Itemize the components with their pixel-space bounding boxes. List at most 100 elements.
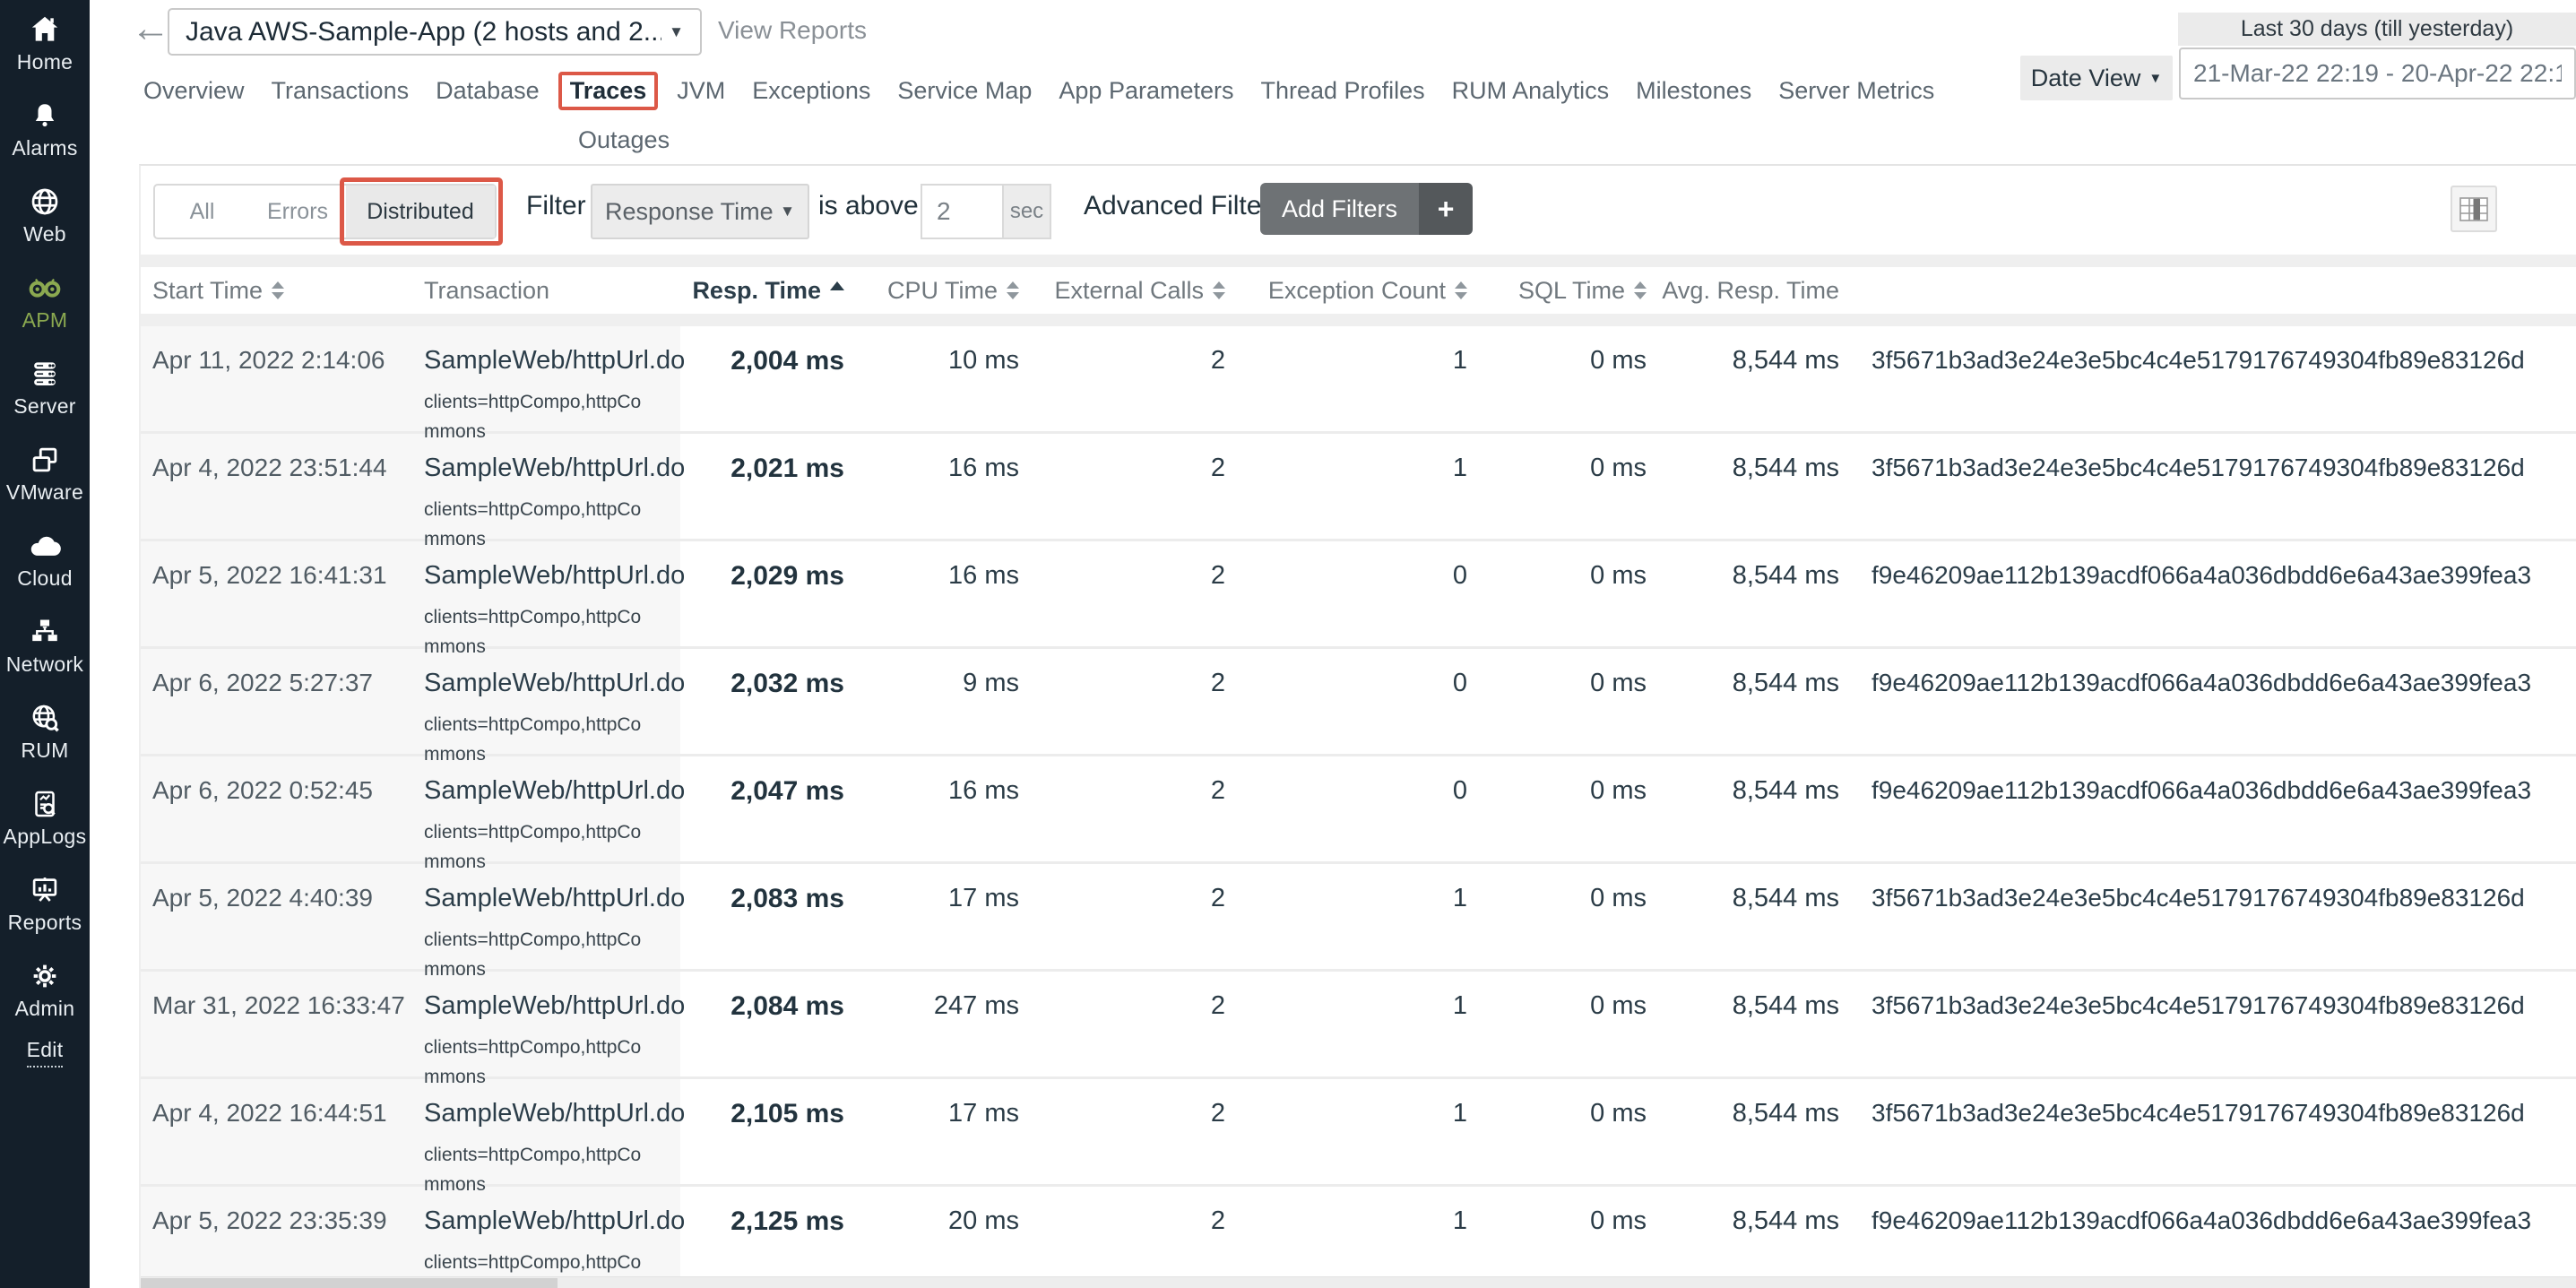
cell-external-calls: 2 bbox=[1019, 1187, 1225, 1236]
tab-milestones[interactable]: Milestones bbox=[1636, 73, 1751, 108]
sidebar-item-web[interactable]: Web bbox=[0, 172, 90, 258]
binoculars-icon bbox=[27, 269, 63, 307]
sidebar-item-server[interactable]: Server bbox=[0, 344, 90, 430]
segment-distributed[interactable]: Distributed bbox=[346, 186, 495, 238]
column-header-transaction[interactable]: Transaction bbox=[419, 277, 680, 305]
bell-icon bbox=[29, 97, 61, 134]
date-range-input[interactable] bbox=[2179, 48, 2576, 99]
cell-sql-time: 0 ms bbox=[1467, 1079, 1647, 1128]
sidebar-item-edit[interactable]: Edit bbox=[0, 1033, 90, 1119]
threshold-input[interactable] bbox=[921, 184, 1002, 239]
date-view-button[interactable]: Date View ▼ bbox=[2020, 56, 2173, 100]
cell-cpu-time: 16 ms bbox=[844, 756, 1019, 806]
tab-rum-analytics[interactable]: RUM Analytics bbox=[1452, 73, 1610, 108]
cell-external-calls: 2 bbox=[1019, 1079, 1225, 1128]
cell-sql-time: 0 ms bbox=[1467, 649, 1647, 698]
table-row[interactable]: Mar 31, 2022 16:33:47SampleWeb/httpUrl.d… bbox=[141, 972, 2576, 1079]
tab-transactions[interactable]: Transactions bbox=[272, 73, 410, 108]
cell-avg-resp-time: 8,544 ms bbox=[1647, 1079, 1839, 1128]
table-row[interactable]: Apr 6, 2022 0:52:45SampleWeb/httpUrl.doc… bbox=[141, 756, 2576, 864]
column-header-avg-resp-time[interactable]: Avg. Resp. Time bbox=[1647, 277, 1839, 305]
transaction-name: SampleWeb/httpUrl.do bbox=[424, 346, 680, 376]
sidebar-item-admin[interactable]: Admin bbox=[0, 947, 90, 1033]
cell-avg-resp-time: 8,544 ms bbox=[1647, 649, 1839, 698]
table-row[interactable]: Apr 4, 2022 16:44:51SampleWeb/httpUrl.do… bbox=[141, 1079, 2576, 1187]
cell-resp-time: 2,029 ms bbox=[680, 541, 844, 592]
table-row[interactable]: Apr 5, 2022 4:40:39SampleWeb/httpUrl.doc… bbox=[141, 864, 2576, 972]
sidebar-item-reports[interactable]: Reports bbox=[0, 860, 90, 947]
tab-database[interactable]: Database bbox=[436, 73, 540, 108]
sidebar-item-cloud[interactable]: Cloud bbox=[0, 516, 90, 602]
cell-start-time: Apr 4, 2022 16:44:51 bbox=[141, 1079, 419, 1128]
cell-cpu-time: 17 ms bbox=[844, 1079, 1019, 1128]
tab-server-metrics[interactable]: Server Metrics bbox=[1778, 73, 1934, 108]
segment-errors[interactable]: Errors bbox=[249, 186, 346, 238]
filter-metric-select[interactable]: Response Time ▼ bbox=[591, 184, 809, 239]
cell-start-time: Apr 11, 2022 2:14:06 bbox=[141, 326, 419, 375]
table-row[interactable]: Apr 11, 2022 2:14:06SampleWeb/httpUrl.do… bbox=[141, 326, 2576, 434]
sidebar-item-applogs[interactable]: AppLogs bbox=[0, 774, 90, 860]
tab-bar: Overview Transactions Database Traces JVM Exc… bbox=[143, 72, 1934, 110]
table-columns-icon bbox=[2459, 197, 2488, 221]
log-search-icon bbox=[28, 785, 62, 823]
cell-transaction: SampleWeb/httpUrl.doclients=httpCompo,ht… bbox=[419, 326, 680, 446]
cell-start-time: Apr 5, 2022 16:41:31 bbox=[141, 541, 419, 590]
sidebar-item-label: Edit bbox=[27, 1038, 64, 1068]
cell-transaction: SampleWeb/httpUrl.doclients=httpCompo,ht… bbox=[419, 1187, 680, 1288]
scrollbar-thumb[interactable] bbox=[141, 1278, 558, 1288]
add-filters-button[interactable]: Add Filters + bbox=[1260, 183, 1473, 235]
cell-trace-id: 3f5671b3ad3e24e3e5bc4c4e5179176749304fb8… bbox=[1839, 326, 2576, 375]
table-row[interactable]: Apr 6, 2022 5:27:37SampleWeb/httpUrl.doc… bbox=[141, 649, 2576, 756]
cell-exception-count: 1 bbox=[1225, 864, 1467, 913]
sidebar-item-vmware[interactable]: VMware bbox=[0, 430, 90, 516]
app-selector-dropdown[interactable]: Java AWS-Sample-App (2 hosts and 2... ▼ bbox=[168, 8, 702, 56]
cell-avg-resp-time: 8,544 ms bbox=[1647, 864, 1839, 913]
sidebar-item-rum[interactable]: RUM bbox=[0, 688, 90, 774]
gear-icon bbox=[28, 957, 62, 995]
sidebar-item-label: Server bbox=[13, 394, 76, 419]
filter-metric-value: Response Time bbox=[605, 198, 780, 226]
sidebar-item-network[interactable]: Network bbox=[0, 602, 90, 688]
sidebar-item-label: Network bbox=[6, 653, 83, 677]
table-row[interactable]: Apr 5, 2022 16:41:31SampleWeb/httpUrl.do… bbox=[141, 541, 2576, 649]
cell-sql-time: 0 ms bbox=[1467, 756, 1647, 806]
cell-exception-count: 1 bbox=[1225, 434, 1467, 483]
view-reports-link[interactable]: View Reports bbox=[718, 16, 867, 45]
column-header-exception-count[interactable]: Exception Count bbox=[1225, 277, 1467, 305]
cell-external-calls: 2 bbox=[1019, 541, 1225, 591]
sidebar-item-apm[interactable]: APM bbox=[0, 258, 90, 344]
cell-cpu-time: 16 ms bbox=[844, 434, 1019, 483]
cell-start-time: Apr 4, 2022 23:51:44 bbox=[141, 434, 419, 482]
sidebar-item-label: Home bbox=[17, 50, 73, 74]
tab-exceptions[interactable]: Exceptions bbox=[752, 73, 870, 108]
table-row[interactable]: Apr 5, 2022 23:35:39SampleWeb/httpUrl.do… bbox=[141, 1187, 2576, 1288]
column-header-sql-time[interactable]: SQL Time bbox=[1467, 277, 1647, 305]
table-row[interactable]: Apr 4, 2022 23:51:44SampleWeb/httpUrl.do… bbox=[141, 434, 2576, 541]
column-chooser-button[interactable] bbox=[2451, 186, 2497, 232]
cell-resp-time: 2,084 ms bbox=[680, 972, 844, 1022]
sidebar-item-home[interactable]: Home bbox=[0, 0, 90, 86]
cell-resp-time: 2,032 ms bbox=[680, 649, 844, 699]
cell-trace-id: f9e46209ae112b139acdf066a4a036dbdd6e6a43… bbox=[1839, 649, 2576, 697]
column-header-start-time[interactable]: Start Time bbox=[141, 277, 419, 305]
cell-resp-time: 2,083 ms bbox=[680, 864, 844, 914]
cell-cpu-time: 9 ms bbox=[844, 649, 1019, 698]
cell-transaction: SampleWeb/httpUrl.doclients=httpCompo,ht… bbox=[419, 649, 680, 769]
tab-app-parameters[interactable]: App Parameters bbox=[1059, 73, 1233, 108]
tab-overview[interactable]: Overview bbox=[143, 73, 245, 108]
tab-outages[interactable]: Outages bbox=[578, 126, 670, 154]
tab-traces[interactable]: Traces bbox=[558, 72, 659, 110]
sidebar-item-label: Cloud bbox=[17, 566, 73, 591]
segment-all[interactable]: All bbox=[155, 186, 249, 238]
tab-service-map[interactable]: Service Map bbox=[897, 73, 1032, 108]
sidebar-item-alarms[interactable]: Alarms bbox=[0, 86, 90, 172]
horizontal-scrollbar[interactable] bbox=[141, 1276, 2576, 1288]
column-header-cpu-time[interactable]: CPU Time bbox=[844, 277, 1019, 305]
tab-jvm[interactable]: JVM bbox=[677, 73, 725, 108]
column-header-resp-time[interactable]: Resp. Time bbox=[680, 277, 844, 305]
chevron-down-icon: ▼ bbox=[2148, 71, 2162, 86]
column-header-external-calls[interactable]: External Calls bbox=[1019, 277, 1225, 305]
tab-thread-profiles[interactable]: Thread Profiles bbox=[1261, 73, 1425, 108]
back-button[interactable]: ← bbox=[131, 9, 170, 48]
cell-external-calls: 2 bbox=[1019, 864, 1225, 913]
